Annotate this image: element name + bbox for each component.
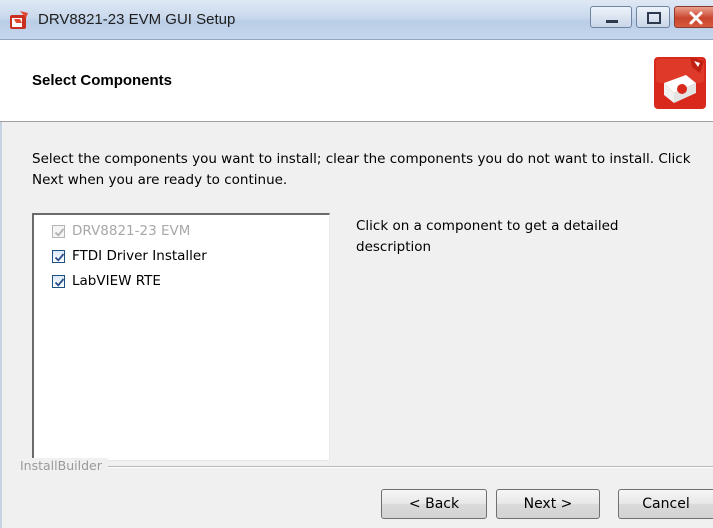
component-description: Click on a component to get a detailed d… [356, 218, 619, 255]
close-icon [689, 11, 703, 25]
components-list[interactable]: DRV8821-23 EVM FTDI Driver Installer Lab… [32, 213, 330, 461]
checkmark-icon [54, 252, 65, 262]
page-title: Select Components [32, 72, 173, 89]
checkmark-icon [54, 277, 65, 287]
minimize-icon [606, 20, 618, 23]
checkbox-ftdi-driver-installer[interactable] [52, 249, 65, 263]
component-label: FTDI Driver Installer [72, 248, 207, 264]
checkmark-icon [54, 227, 65, 237]
wizard-header: Select Components [0, 40, 713, 122]
window-title: DRV8821-23 EVM GUI Setup [38, 11, 236, 28]
component-labview-rte[interactable]: LabVIEW RTE [52, 271, 161, 291]
footer-divider [20, 466, 713, 468]
component-ftdi-driver-installer[interactable]: FTDI Driver Installer [52, 246, 207, 266]
installbuilder-brand: InstallBuilder [20, 458, 108, 473]
back-button[interactable]: < Back [381, 489, 487, 519]
instructions-text: Select the components you want to instal… [32, 151, 691, 188]
close-button[interactable] [674, 6, 713, 28]
maximize-icon [647, 12, 661, 24]
title-bar[interactable]: DRV8821-23 EVM GUI Setup [0, 0, 713, 40]
maximize-button[interactable] [636, 6, 670, 28]
component-drv8821-23-evm: DRV8821-23 EVM [52, 221, 190, 241]
installer-app-icon [10, 11, 28, 29]
cancel-button[interactable]: Cancel [618, 489, 713, 519]
checkbox-labview-rte[interactable] [52, 274, 65, 288]
minimize-button[interactable] [590, 6, 632, 28]
next-button[interactable]: Next > [496, 489, 600, 519]
setup-window: DRV8821-23 EVM GUI Setup Select Componen… [0, 0, 713, 528]
installer-box-logo [654, 57, 706, 109]
component-label: LabVIEW RTE [72, 273, 161, 289]
checkbox-drv8821-23-evm [52, 224, 65, 238]
component-label: DRV8821-23 EVM [72, 223, 191, 239]
